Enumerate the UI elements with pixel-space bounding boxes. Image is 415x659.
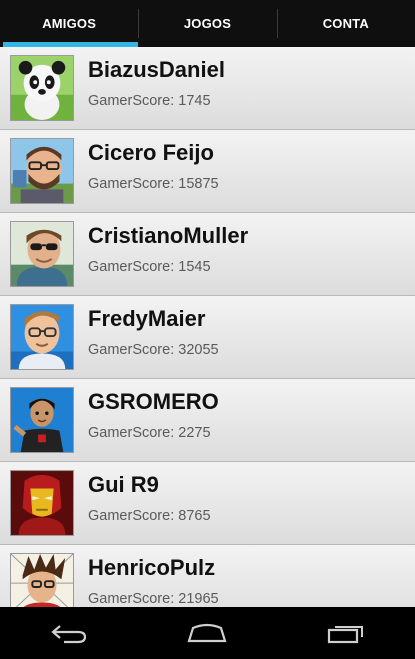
dark-hair-avatar bbox=[10, 387, 74, 453]
friend-gamerscore: GamerScore: 8765 bbox=[88, 508, 211, 524]
friend-gamerscore: GamerScore: 2275 bbox=[88, 425, 211, 441]
friend-gamerscore: GamerScore: 15875 bbox=[88, 176, 219, 192]
tab-amigos[interactable]: AMIGOS bbox=[0, 0, 139, 47]
list-item[interactable]: GSROMERO GamerScore: 2275 bbox=[0, 379, 415, 462]
back-icon bbox=[51, 625, 87, 644]
friend-name: Gui R9 bbox=[88, 472, 159, 497]
tab-label: CONTA bbox=[322, 16, 369, 31]
friend-gamerscore: GamerScore: 21965 bbox=[88, 591, 219, 607]
system-nav-bar bbox=[0, 607, 415, 659]
friend-name: FredyMaier bbox=[88, 306, 206, 331]
friend-name: HenricoPulz bbox=[88, 555, 216, 580]
glasses-avatar bbox=[10, 304, 74, 370]
recent-apps-icon bbox=[327, 626, 363, 644]
list-item[interactable]: BiazusDaniel GamerScore: 1745 bbox=[0, 47, 415, 130]
list-item[interactable]: CristianoMuller GamerScore: 1545 bbox=[0, 213, 415, 296]
friends-list[interactable]: BiazusDaniel GamerScore: 1745 Cicero Fei… bbox=[0, 47, 415, 607]
tab-conta[interactable]: CONTA bbox=[276, 0, 415, 47]
panda-avatar bbox=[10, 55, 74, 121]
tab-label: AMIGOS bbox=[42, 16, 97, 31]
list-item[interactable]: Gui R9 GamerScore: 8765 bbox=[0, 462, 415, 545]
list-item[interactable]: HenricoPulz GamerScore: 21965 bbox=[0, 545, 415, 607]
friend-gamerscore: GamerScore: 1545 bbox=[88, 259, 211, 275]
iron-man-avatar bbox=[10, 470, 74, 536]
bearded-glasses-avatar bbox=[10, 138, 74, 204]
friend-name: BiazusDaniel bbox=[88, 57, 225, 82]
friend-gamerscore: GamerScore: 1745 bbox=[88, 93, 211, 109]
spiky-hair-avatar bbox=[10, 553, 74, 607]
recent-apps-button[interactable] bbox=[306, 607, 386, 659]
friend-gamerscore: GamerScore: 32055 bbox=[88, 342, 219, 358]
back-button[interactable] bbox=[29, 607, 109, 659]
list-item[interactable]: Cicero Feijo GamerScore: 15875 bbox=[0, 130, 415, 213]
tab-jogos[interactable]: JOGOS bbox=[138, 0, 276, 47]
list-item[interactable]: FredyMaier GamerScore: 32055 bbox=[0, 296, 415, 379]
tab-bar: AMIGOS JOGOS CONTA bbox=[0, 0, 415, 47]
tab-label: JOGOS bbox=[183, 16, 232, 31]
friend-name: GSROMERO bbox=[88, 389, 219, 414]
friend-name: CristianoMuller bbox=[88, 223, 249, 248]
friend-name: Cicero Feijo bbox=[88, 140, 214, 165]
sunglasses-avatar bbox=[10, 221, 74, 287]
home-icon bbox=[187, 623, 227, 643]
home-button[interactable] bbox=[167, 607, 247, 659]
